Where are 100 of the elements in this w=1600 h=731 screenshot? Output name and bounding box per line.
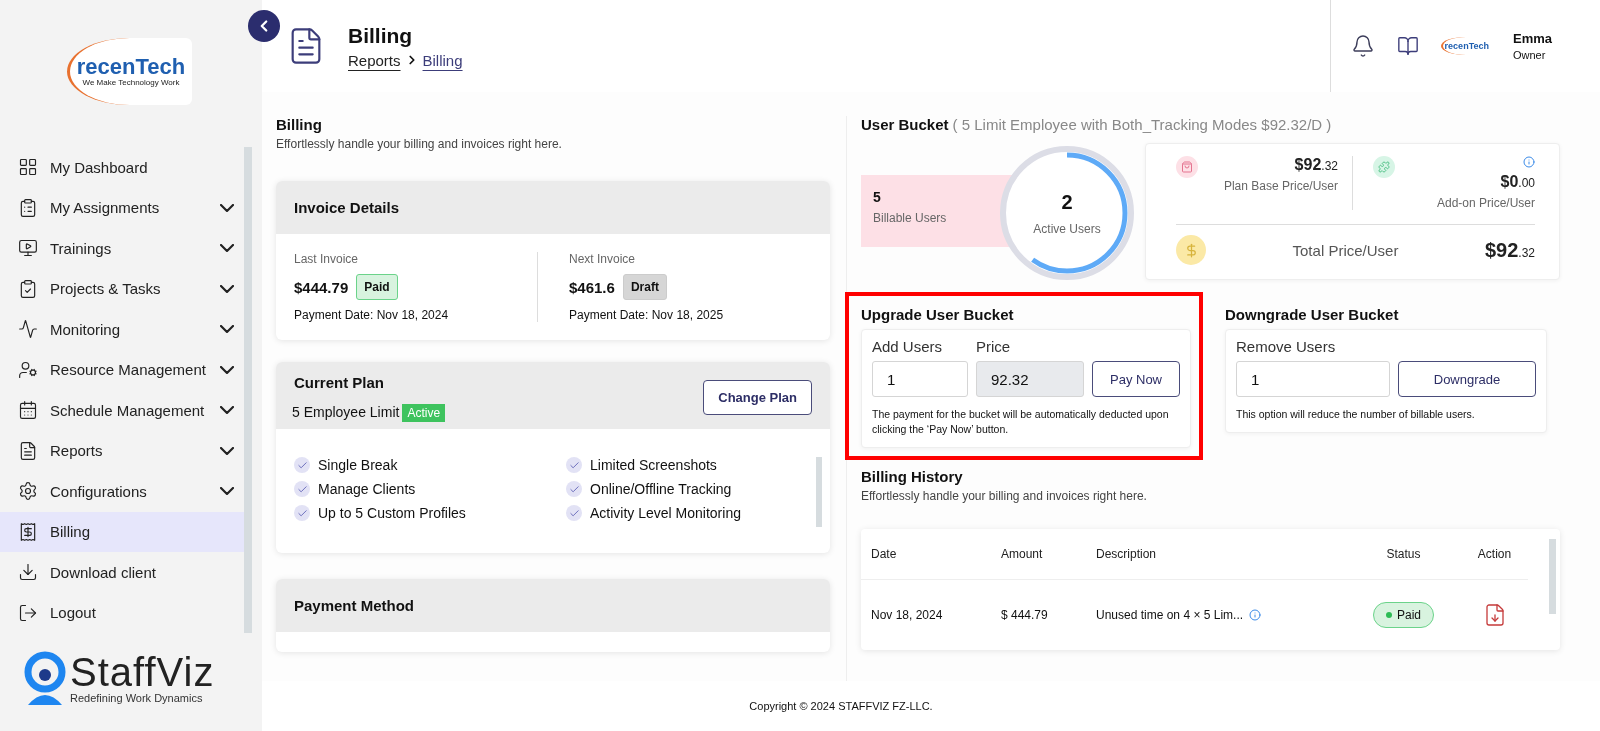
- logout-icon: [18, 602, 38, 623]
- sidebar-item[interactable]: My Dashboard: [0, 147, 244, 188]
- check-icon: [294, 481, 310, 497]
- sidebar-item[interactable]: Projects & Tasks: [0, 268, 244, 309]
- user-name: Emma: [1512, 31, 1552, 46]
- column-header: Action: [1461, 529, 1528, 581]
- invoice-amount: $461.6: [569, 278, 615, 296]
- sidebar-item[interactable]: Trainings: [0, 228, 244, 269]
- section-title: Billing: [276, 116, 323, 133]
- clipboard-check-icon: [18, 278, 38, 299]
- company-logo: recenTech: [1440, 37, 1491, 55]
- total-price: $92.32: [1484, 238, 1535, 262]
- plan-feature: Online/Offline Tracking: [590, 481, 732, 497]
- user-gear-icon: [18, 359, 38, 380]
- billable-count: 5: [873, 189, 882, 205]
- section-title: Billing History: [861, 468, 964, 486]
- remove-users-field[interactable]: 1: [1236, 361, 1390, 397]
- downgrade-button[interactable]: Downgrade: [1398, 361, 1536, 397]
- sidebar-item[interactable]: Monitoring: [0, 309, 244, 350]
- field-label: Remove Users: [1236, 338, 1337, 355]
- logo-mark-icon: [24, 651, 66, 705]
- active-tag: Active: [402, 404, 446, 422]
- card-title: Invoice Details: [294, 199, 400, 216]
- active-label: Active Users: [1033, 221, 1101, 236]
- sidebar-item[interactable]: Billing: [0, 511, 244, 552]
- price-field[interactable]: 92.32: [976, 361, 1084, 397]
- plan-feature: Activity Level Monitoring: [590, 505, 741, 521]
- settings-icon: [18, 481, 38, 502]
- payment-date: Payment Date: Nov 18, 2024: [294, 308, 450, 322]
- monitor-play-icon: [18, 238, 38, 259]
- field-label: Add Users: [872, 338, 944, 355]
- document-icon: [18, 440, 38, 461]
- notification-icon[interactable]: [1350, 34, 1375, 58]
- book-icon[interactable]: [1396, 35, 1419, 57]
- invoice-amount: $444.79: [294, 278, 349, 296]
- section-subtitle: Effortlessly handle your billing and invoices right here.: [276, 137, 563, 151]
- info-icon: [1523, 156, 1535, 168]
- status-tag: Paid: [356, 274, 398, 300]
- price-value: $92.32: [1294, 156, 1338, 174]
- collapse-sidebar-button[interactable]: [248, 10, 280, 42]
- active-count: 2: [1061, 190, 1073, 214]
- billable-label: Billable Users: [873, 211, 948, 225]
- sidebar-item[interactable]: Resource Management: [0, 349, 244, 390]
- upgrade-note: The payment for the bucket will be automatically deducted upon clicking the ‘Pay Now’ button.: [872, 407, 1170, 438]
- plan-feature: Single Break: [318, 457, 398, 473]
- activity-icon: [18, 319, 38, 340]
- column-header: Date: [861, 529, 991, 581]
- breadcrumb-link[interactable]: Billing: [422, 51, 463, 69]
- table-cell-text: $ 444.79: [1000, 607, 1049, 625]
- plan-feature: Limited Screenshots: [590, 457, 717, 473]
- bucket-detail: ( 5 Limit Employee with Both_Tracking Modes $92.32/D ): [952, 116, 1332, 133]
- page-title: Billing: [348, 23, 414, 48]
- download-icon: [18, 562, 38, 583]
- price-label: Add-on Price/User: [1436, 196, 1535, 210]
- check-icon: [294, 505, 310, 521]
- price-label: Plan Base Price/User: [1223, 179, 1338, 193]
- sidebar-item[interactable]: Download client: [0, 552, 244, 593]
- status-pill: Paid: [1373, 602, 1434, 629]
- total-label: Total Price/User: [1291, 241, 1400, 259]
- plan-feature: Up to 5 Custom Profiles: [318, 505, 466, 521]
- sidebar-item[interactable]: Logout: [0, 592, 244, 633]
- sidebar-item[interactable]: Configurations: [0, 471, 244, 512]
- plan-feature: Manage Clients: [318, 481, 416, 497]
- downgrade-note: This option will reduce the number of billable users.: [1236, 407, 1476, 422]
- clipboard-icon: [18, 197, 38, 218]
- grid-icon: [18, 157, 38, 178]
- receipt-icon: [18, 521, 38, 542]
- check-icon: [566, 505, 582, 521]
- shopping-bag-icon: [1176, 156, 1198, 178]
- sidebar-item[interactable]: Schedule Management: [0, 390, 244, 431]
- column-header: Amount: [991, 529, 1086, 581]
- check-icon: [566, 457, 582, 473]
- table-cell: Unused time on 4 × 5 Lim...: [1096, 608, 1244, 623]
- calendar-icon: [18, 400, 38, 421]
- form-title: Upgrade User Bucket: [861, 306, 1015, 323]
- card-title: Current Plan: [294, 374, 385, 391]
- payment-date: Payment Date: Nov 18, 2025: [569, 308, 725, 322]
- scrollbar[interactable]: [816, 457, 822, 527]
- section-title: User Bucket: [861, 116, 949, 133]
- scrollbar[interactable]: [1549, 539, 1556, 615]
- pay-now-button[interactable]: Pay Now: [1092, 361, 1180, 397]
- dollar-coin-icon: [1176, 235, 1206, 265]
- invoice-label: Last Invoice: [294, 252, 360, 266]
- staffviz-logo: StaffViz Redefining Work Dynamics: [24, 651, 262, 705]
- sidebar-item[interactable]: Reports: [0, 430, 244, 471]
- company-logo: recenTech We Make Technology Work: [67, 38, 192, 105]
- sidebar-item[interactable]: My Assignments: [0, 187, 244, 228]
- puzzle-icon: [1373, 156, 1395, 178]
- check-icon: [566, 481, 582, 497]
- breadcrumb-link[interactable]: Reports: [348, 51, 401, 69]
- plan-name: 5 Employee Limit: [292, 404, 400, 420]
- add-users-field[interactable]: 1: [872, 361, 968, 397]
- card-title: Payment Method: [294, 597, 414, 614]
- status-tag: Draft: [622, 274, 667, 300]
- change-plan-button[interactable]: Change Plan: [703, 380, 812, 415]
- field-label: Price: [976, 338, 1012, 355]
- info-icon: [1249, 609, 1262, 622]
- form-title: Downgrade User Bucket: [1225, 306, 1400, 323]
- table-cell-text: Nov 18, 2024: [870, 607, 944, 625]
- user-role: Owner: [1512, 49, 1547, 61]
